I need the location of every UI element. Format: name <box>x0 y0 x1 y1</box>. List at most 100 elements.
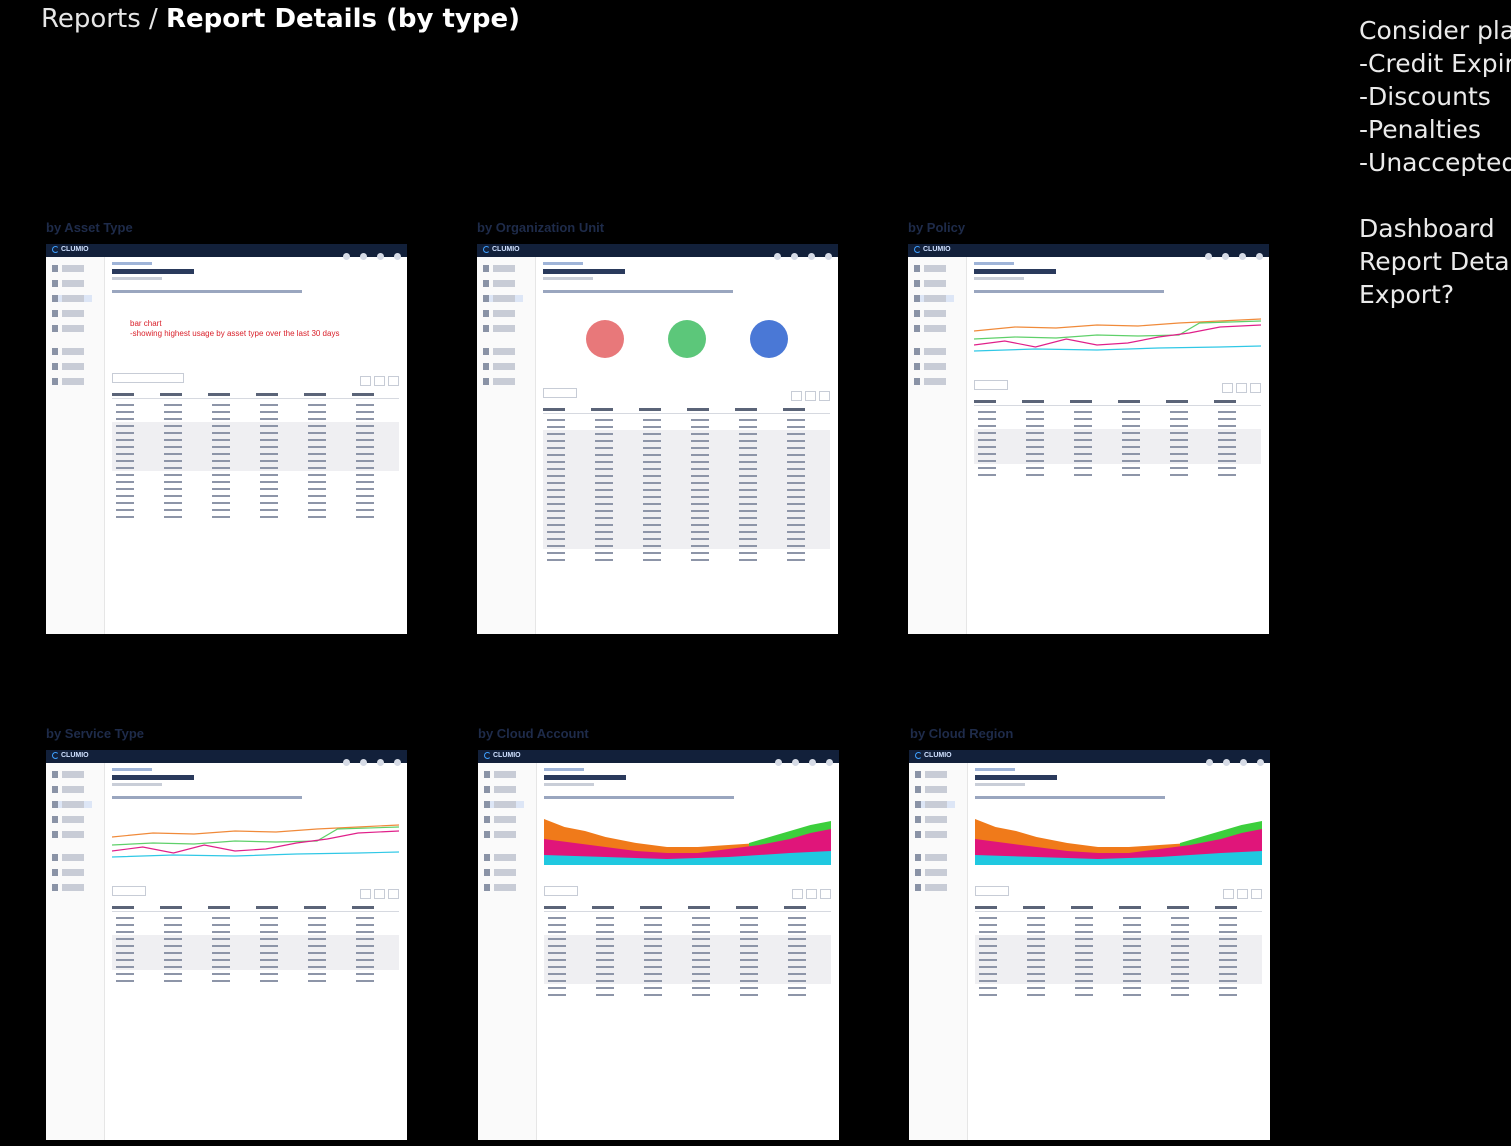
table-row[interactable] <box>544 977 831 984</box>
table-row[interactable] <box>112 408 399 415</box>
table-row[interactable] <box>974 436 1261 443</box>
table-row[interactable] <box>974 422 1261 429</box>
settings-icon[interactable] <box>1239 253 1246 260</box>
table-row[interactable] <box>112 977 399 984</box>
settings-icon[interactable] <box>809 759 816 766</box>
table-row[interactable] <box>975 928 1262 935</box>
table-row[interactable] <box>543 493 830 500</box>
table-row[interactable] <box>543 507 830 514</box>
table-row[interactable] <box>975 914 1262 921</box>
clock-icon[interactable] <box>792 759 799 766</box>
table-row[interactable] <box>112 914 399 921</box>
help-icon[interactable] <box>343 759 350 766</box>
table-row[interactable] <box>544 914 831 921</box>
clock-icon[interactable] <box>791 253 798 260</box>
table-row[interactable] <box>974 429 1261 436</box>
table-row[interactable] <box>112 963 399 970</box>
table-toolbar[interactable] <box>974 380 1261 393</box>
clock-icon[interactable] <box>1222 253 1229 260</box>
table-row[interactable] <box>975 977 1262 984</box>
user-icon[interactable] <box>394 253 401 260</box>
table-row[interactable] <box>544 956 831 963</box>
table-row[interactable] <box>974 415 1261 422</box>
table-row[interactable] <box>112 443 399 450</box>
help-icon[interactable] <box>343 253 350 260</box>
table-row[interactable] <box>543 437 830 444</box>
table-row[interactable] <box>543 535 830 542</box>
screenshot-policy[interactable]: CLUMIO <box>908 244 1269 634</box>
table-row[interactable] <box>112 415 399 422</box>
table-row[interactable] <box>974 457 1261 464</box>
table-row[interactable] <box>112 401 399 408</box>
table-row[interactable] <box>112 970 399 977</box>
table-row[interactable] <box>544 984 831 991</box>
table-toolbar[interactable] <box>112 886 399 899</box>
table-row[interactable] <box>544 935 831 942</box>
settings-icon[interactable] <box>808 253 815 260</box>
table-row[interactable] <box>543 549 830 556</box>
table-row[interactable] <box>975 949 1262 956</box>
breadcrumb-reports[interactable]: Reports <box>41 4 141 34</box>
table-row[interactable] <box>112 956 399 963</box>
table-row[interactable] <box>543 430 830 437</box>
table-row[interactable] <box>112 429 399 436</box>
table-row[interactable] <box>112 935 399 942</box>
table-row[interactable] <box>974 450 1261 457</box>
settings-icon[interactable] <box>377 759 384 766</box>
table-row[interactable] <box>112 928 399 935</box>
table-row[interactable] <box>543 542 830 549</box>
table-row[interactable] <box>543 472 830 479</box>
table-row[interactable] <box>544 963 831 970</box>
table-row[interactable] <box>112 513 399 520</box>
help-icon[interactable] <box>1206 759 1213 766</box>
table-row[interactable] <box>112 506 399 513</box>
table-row[interactable] <box>112 942 399 949</box>
table-row[interactable] <box>975 984 1262 991</box>
table-row[interactable] <box>543 556 830 563</box>
settings-icon[interactable] <box>377 253 384 260</box>
table-row[interactable] <box>543 458 830 465</box>
table-row[interactable] <box>543 423 830 430</box>
user-icon[interactable] <box>394 759 401 766</box>
table-row[interactable] <box>975 991 1262 998</box>
table-row[interactable] <box>112 921 399 928</box>
help-icon[interactable] <box>775 759 782 766</box>
screenshot-cloud-account[interactable]: CLUMIO <box>478 750 839 1140</box>
table-row[interactable] <box>112 464 399 471</box>
user-icon[interactable] <box>1256 253 1263 260</box>
table-row[interactable] <box>112 949 399 956</box>
table-row[interactable] <box>975 970 1262 977</box>
table-row[interactable] <box>543 444 830 451</box>
table-row[interactable] <box>544 921 831 928</box>
table-toolbar[interactable] <box>544 886 831 899</box>
table-row[interactable] <box>543 451 830 458</box>
table-row[interactable] <box>544 942 831 949</box>
table-row[interactable] <box>112 499 399 506</box>
table-row[interactable] <box>544 949 831 956</box>
table-row[interactable] <box>543 416 830 423</box>
table-row[interactable] <box>543 514 830 521</box>
table-row[interactable] <box>543 465 830 472</box>
table-row[interactable] <box>112 485 399 492</box>
table-row[interactable] <box>544 991 831 998</box>
table-row[interactable] <box>974 471 1261 478</box>
table-row[interactable] <box>543 479 830 486</box>
table-row[interactable] <box>543 486 830 493</box>
table-row[interactable] <box>975 935 1262 942</box>
table-row[interactable] <box>975 942 1262 949</box>
table-row[interactable] <box>975 921 1262 928</box>
clock-icon[interactable] <box>360 253 367 260</box>
screenshot-cloud-region[interactable]: CLUMIO <box>909 750 1270 1140</box>
table-row[interactable] <box>112 457 399 464</box>
table-row[interactable] <box>974 408 1261 415</box>
table-row[interactable] <box>975 963 1262 970</box>
table-row[interactable] <box>543 528 830 535</box>
table-row[interactable] <box>975 956 1262 963</box>
user-icon[interactable] <box>826 759 833 766</box>
screenshot-organization-unit[interactable]: CLUMIO <box>477 244 838 634</box>
user-icon[interactable] <box>1257 759 1264 766</box>
screenshot-asset-type[interactable]: CLUMIO bar chart -showing highest usage … <box>46 244 407 634</box>
table-toolbar[interactable] <box>975 886 1262 899</box>
table-row[interactable] <box>112 450 399 457</box>
table-row[interactable] <box>544 928 831 935</box>
